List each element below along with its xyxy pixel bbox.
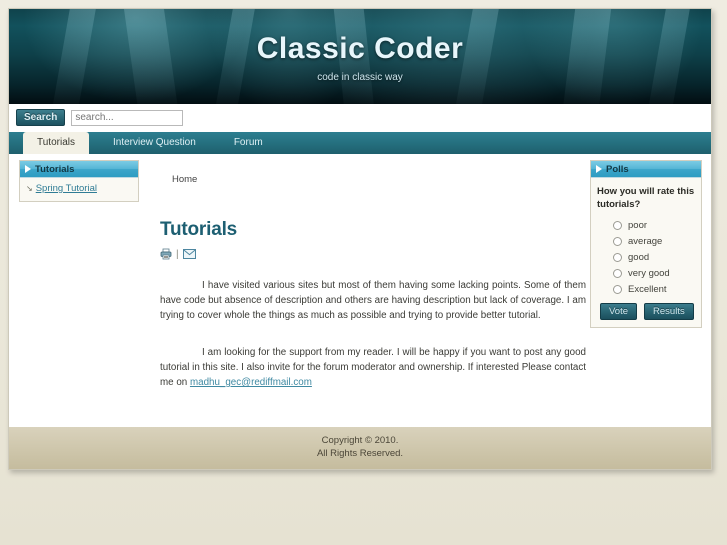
tab-forum[interactable]: Forum	[220, 132, 277, 154]
play-triangle-icon	[596, 165, 602, 173]
email-icon[interactable]	[182, 249, 196, 259]
article-paragraph-2: I am looking for the support from my rea…	[160, 345, 586, 390]
footer-rights: All Rights Reserved.	[316, 448, 404, 459]
poll-option-average[interactable]: average	[613, 236, 695, 247]
article-paragraph-1: I have visited various sites but most of…	[160, 280, 586, 321]
sidebar: Tutorials ↘ Spring Tutorial	[19, 160, 139, 202]
site-title: Classic Coder	[256, 32, 464, 65]
poll-question: How you will rate this tutorials?	[597, 186, 695, 210]
polls-box-body: How you will rate this tutorials? poor a…	[591, 178, 701, 327]
vote-button[interactable]: Vote	[600, 303, 638, 320]
poll-option-very-good[interactable]: very good	[613, 268, 695, 279]
polls-widget: Polls How you will rate this tutorials? …	[590, 160, 702, 328]
poll-option-good[interactable]: good	[613, 252, 695, 263]
radio-icon[interactable]	[613, 221, 622, 230]
sidebar-tutorials-box: Tutorials ↘ Spring Tutorial	[19, 160, 139, 202]
search-button[interactable]: Search	[16, 109, 66, 126]
poll-option-poor[interactable]: poor	[613, 220, 695, 231]
radio-icon[interactable]	[613, 237, 622, 246]
radio-icon[interactable]	[613, 269, 622, 278]
sidebar-box-title: Tutorials	[35, 163, 75, 175]
breadcrumb[interactable]: Home	[157, 154, 589, 185]
poll-option-label[interactable]: poor	[628, 220, 647, 231]
sidebar-box-header: Tutorials	[20, 161, 138, 178]
tab-interview-question[interactable]: Interview Question	[99, 132, 210, 154]
site-banner: Classic Coder code in classic way	[9, 9, 711, 104]
contact-email-link[interactable]: madhu_gec@rediffmail.com	[190, 377, 312, 388]
tab-tutorials[interactable]: Tutorials	[23, 132, 89, 154]
polls-box-title: Polls	[606, 163, 629, 175]
radio-icon[interactable]	[613, 253, 622, 262]
main-navigation: Tutorials Interview Question Forum	[9, 132, 711, 154]
printer-icon[interactable]	[160, 248, 172, 260]
polls-box-header: Polls	[591, 161, 701, 178]
sidebar-item-spring-tutorial[interactable]: ↘ Spring Tutorial	[26, 183, 132, 194]
site-container: Classic Coder code in classic way Search…	[8, 8, 712, 470]
poll-option-label[interactable]: average	[628, 236, 662, 247]
search-input[interactable]	[71, 109, 184, 126]
poll-option-excellent[interactable]: Excellent	[613, 284, 695, 295]
footer-copyright: Copyright © 2010.	[321, 435, 399, 446]
site-footer: Copyright © 2010. All Rights Reserved.	[9, 426, 711, 469]
tool-separator: |	[176, 248, 179, 260]
polls-box: Polls How you will rate this tutorials? …	[590, 160, 702, 328]
poll-actions: Vote Results	[597, 303, 695, 320]
poll-option-label[interactable]: Excellent	[628, 284, 667, 295]
poll-option-label[interactable]: good	[628, 252, 649, 263]
article-tools: |	[157, 248, 589, 260]
search-bar: Search	[9, 104, 711, 132]
arrow-bullet-icon: ↘	[26, 183, 33, 193]
main-area: Tutorials ↘ Spring Tutorial Home Tutoria…	[9, 154, 711, 426]
play-triangle-icon	[25, 165, 31, 173]
sidebar-box-body: ↘ Spring Tutorial	[20, 178, 138, 201]
sidebar-item-label[interactable]: Spring Tutorial	[36, 183, 97, 194]
poll-option-label[interactable]: very good	[628, 268, 670, 279]
results-button[interactable]: Results	[644, 303, 694, 320]
content-column: Home Tutorials | I have visited various …	[157, 154, 589, 390]
page-title: Tutorials	[160, 219, 238, 240]
radio-icon[interactable]	[613, 285, 622, 294]
site-tagline: code in classic way	[317, 72, 403, 83]
